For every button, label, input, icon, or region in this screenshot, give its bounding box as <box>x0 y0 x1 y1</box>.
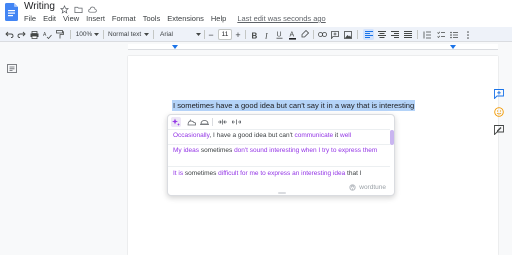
wordtune-logo-icon <box>349 184 356 191</box>
increase-font-size-button[interactable]: + <box>234 29 242 40</box>
left-indent-marker[interactable] <box>172 45 178 49</box>
highlight-icon[interactable] <box>300 29 310 40</box>
right-indent-marker[interactable] <box>450 45 456 49</box>
suggestion-changed-text: It is <box>173 170 184 177</box>
suggestion-changed-text: difficult for me to express an interesti… <box>218 170 346 177</box>
svg-text:A: A <box>289 31 294 38</box>
casual-tone-icon[interactable] <box>186 117 196 127</box>
rewrite-sparkle-icon[interactable] <box>171 117 181 127</box>
app-header: Writing File Edit View Insert Format Too… <box>0 0 512 27</box>
emoji-reaction-icon[interactable] <box>494 104 504 117</box>
menu-format[interactable]: Format <box>112 14 136 23</box>
svg-text:U: U <box>276 32 281 39</box>
formatting-toolbar: A 100% Normal text Arial − 11 + B I U A <box>0 27 512 42</box>
insert-image-icon[interactable] <box>343 29 353 40</box>
style-select[interactable]: Normal text <box>108 29 141 40</box>
chevron-down-icon[interactable] <box>94 29 99 40</box>
suggestion-changed-text: Occasionally <box>173 132 210 139</box>
align-center-icon[interactable] <box>377 29 387 40</box>
zoom-select[interactable]: 100% <box>74 29 94 40</box>
move-folder-icon[interactable] <box>74 1 83 14</box>
bulleted-list-icon[interactable] <box>449 29 459 40</box>
document-title[interactable]: Writing <box>24 1 55 12</box>
wordtune-suggestion-2[interactable]: My ideas sometimes don't sound interesti… <box>173 147 385 155</box>
menu-file[interactable]: File <box>24 14 36 23</box>
more-options-icon[interactable] <box>463 29 473 40</box>
align-left-icon[interactable] <box>363 29 374 40</box>
wordtune-suggestion-1[interactable]: Occasionally, I have a good idea but can… <box>173 132 385 140</box>
shorten-icon[interactable] <box>217 117 227 127</box>
menu-tools[interactable]: Tools <box>143 14 161 23</box>
print-icon[interactable] <box>29 29 39 40</box>
menu-extensions[interactable]: Extensions <box>167 14 204 23</box>
star-icon[interactable] <box>60 1 69 14</box>
wordtune-popup: Occasionally, I have a good idea but can… <box>167 114 395 196</box>
selected-text[interactable]: I sometimes have a good idea but can't s… <box>172 100 416 111</box>
menu-edit[interactable]: Edit <box>43 14 56 23</box>
svg-text:I: I <box>264 31 268 39</box>
ruler[interactable] <box>128 44 498 50</box>
chevron-down-icon[interactable] <box>144 29 149 40</box>
underline-icon[interactable]: U <box>274 29 284 40</box>
line-spacing-icon[interactable] <box>422 29 432 40</box>
chevron-down-icon[interactable] <box>196 29 201 40</box>
wordtune-brand: wordtune <box>349 184 386 191</box>
suggest-edits-icon[interactable] <box>494 122 504 136</box>
text-color-icon[interactable]: A <box>287 29 297 40</box>
last-edit-link[interactable]: Last edit was seconds ago <box>237 14 325 23</box>
checklist-icon[interactable] <box>436 29 446 40</box>
suggestion-changed-text: communicate <box>294 132 334 139</box>
suggestion-original-text: , I have a good idea but can't <box>209 132 295 139</box>
popup-resize-handle[interactable] <box>278 192 286 194</box>
font-select[interactable]: Arial <box>160 29 174 40</box>
menu-insert[interactable]: Insert <box>86 14 105 23</box>
wordtune-toolbar <box>168 115 394 129</box>
formal-tone-icon[interactable] <box>199 117 209 127</box>
wordtune-scrollbar[interactable] <box>390 130 394 145</box>
expand-icon[interactable] <box>231 117 241 127</box>
insert-link-icon[interactable] <box>317 29 327 40</box>
suggestion-original-text: it <box>333 132 340 139</box>
menu-view[interactable]: View <box>63 14 79 23</box>
add-comment-icon[interactable] <box>330 29 340 40</box>
menu-bar: File Edit View Insert Format Tools Exten… <box>24 14 326 23</box>
add-comment-icon[interactable] <box>494 86 504 100</box>
decrease-font-size-button[interactable]: − <box>207 29 215 40</box>
suggestion-original-text: sometimes <box>183 170 219 177</box>
suggestion-changed-text: My ideas <box>173 147 200 154</box>
justify-icon[interactable] <box>403 29 413 40</box>
font-size-input[interactable]: 11 <box>218 29 232 40</box>
wordtune-brand-label: wordtune <box>359 184 386 191</box>
cloud-status-icon[interactable] <box>88 1 97 13</box>
svg-text:B: B <box>251 31 257 39</box>
suggestion-original-text: sometimes <box>199 147 235 154</box>
side-actions <box>489 86 509 136</box>
bold-icon[interactable]: B <box>249 29 259 40</box>
undo-icon[interactable] <box>4 29 14 40</box>
paint-format-icon[interactable] <box>55 29 65 40</box>
document-outline-icon[interactable] <box>7 64 17 73</box>
suggestion-changed-text: well <box>340 132 352 139</box>
align-right-icon[interactable] <box>390 29 400 40</box>
suggestion-changed-text: don't sound interesting when I try to ex… <box>234 147 378 154</box>
spellcheck-icon[interactable]: A <box>42 29 52 40</box>
suggestion-original-text: that I <box>345 170 362 177</box>
italic-icon[interactable]: I <box>262 29 272 40</box>
redo-icon[interactable] <box>16 29 26 40</box>
menu-help[interactable]: Help <box>211 14 226 23</box>
wordtune-suggestion-3[interactable]: It is sometimes difficult for me to expr… <box>173 170 385 178</box>
google-docs-logo-icon[interactable] <box>5 3 18 21</box>
svg-text:A: A <box>43 32 47 38</box>
